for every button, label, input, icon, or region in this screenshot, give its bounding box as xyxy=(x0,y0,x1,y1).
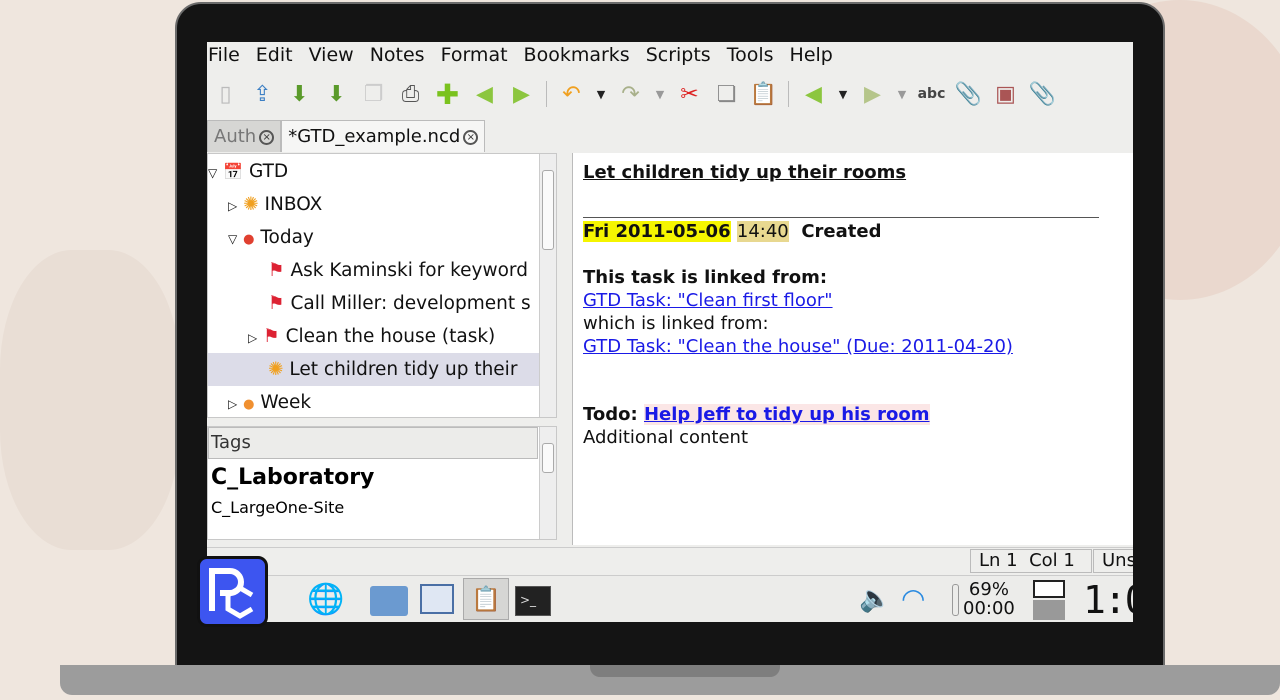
app-window: File Edit View Notes Format Bookmarks Sc… xyxy=(207,42,1133,622)
link-icon[interactable]: 📎 xyxy=(1024,79,1061,109)
flag-icon: ⚑ xyxy=(268,260,285,281)
copy-file-icon[interactable]: ❐ xyxy=(355,79,392,109)
redo-icon[interactable]: ↷ xyxy=(612,79,649,109)
attach-icon[interactable]: 📎 xyxy=(950,79,987,109)
cut-icon[interactable]: ✂ xyxy=(671,79,708,109)
back-icon[interactable]: ◀ xyxy=(795,79,832,109)
workspace-1[interactable] xyxy=(1033,580,1065,598)
tags-panel: Tags C_Laboratory C_LargeOne-Site xyxy=(207,426,557,540)
print-icon[interactable]: ⎙ xyxy=(392,79,429,109)
additional-content: Additional content xyxy=(583,427,748,448)
battery-percent: 69% xyxy=(968,579,1009,600)
flag-icon: ⚑ xyxy=(268,293,285,314)
menu-bar: File Edit View Notes Format Bookmarks Sc… xyxy=(207,42,848,68)
paste-icon[interactable]: 📋 xyxy=(745,79,782,109)
save-as-icon[interactable]: ⬇ xyxy=(318,79,355,109)
menu-scripts[interactable]: Scripts xyxy=(645,42,711,68)
back-dropdown-icon[interactable]: ▼ xyxy=(832,88,854,101)
created-label: Created xyxy=(801,221,882,242)
tag-item[interactable]: C_LargeOne-Site xyxy=(208,490,556,517)
menu-bookmarks[interactable]: Bookmarks xyxy=(523,42,630,68)
calendar-icon: 📅 xyxy=(223,162,244,181)
new-file-icon[interactable]: ▯ xyxy=(207,79,244,109)
inbox-icon: ✺ xyxy=(243,194,259,215)
tree-item-inbox[interactable]: ▷ ✺ INBOX xyxy=(228,188,322,221)
terminal-icon[interactable]: >_ xyxy=(515,586,551,616)
tree-scrollbar[interactable] xyxy=(539,154,556,417)
tab-auth[interactable]: Auth × xyxy=(207,120,282,152)
red-dot-icon: ● xyxy=(243,232,255,247)
status-bar: Ln 1 Col 1 Uns xyxy=(207,547,1133,573)
tree-item-selected[interactable]: ✺ Let children tidy up their xyxy=(208,353,539,386)
menu-edit[interactable]: Edit xyxy=(255,42,293,68)
menu-notes[interactable]: Notes xyxy=(369,42,425,68)
volume-icon[interactable]: 🔈 xyxy=(859,584,891,614)
tree-item-gtd[interactable]: ▽ 📅 GTD xyxy=(208,155,288,188)
menu-tools[interactable]: Tools xyxy=(726,42,774,68)
note-time: 14:40 xyxy=(736,221,789,242)
tags-header: Tags xyxy=(208,427,538,459)
clock: 1:08 xyxy=(1083,578,1133,622)
tab-gtd-example[interactable]: *GTD_example.ncd × xyxy=(281,120,486,152)
cursor-position: Ln 1 Col 1 xyxy=(970,549,1092,573)
undo-icon[interactable]: ↶ xyxy=(553,79,590,109)
arrow-right-icon[interactable]: ▶ xyxy=(503,79,540,109)
arrow-left-icon[interactable]: ◀ xyxy=(466,79,503,109)
pc-logo xyxy=(197,556,268,627)
link-clean-the-house[interactable]: GTD Task: "Clean the house" (Due: 2011-0… xyxy=(583,336,1013,357)
todo-label: Todo: xyxy=(583,404,638,425)
forward-dropdown-icon[interactable]: ▼ xyxy=(891,88,913,101)
link-clean-first-floor[interactable]: GTD Task: "Clean first floor" xyxy=(583,290,833,311)
battery-icon xyxy=(952,584,959,616)
forward-icon[interactable]: ▶ xyxy=(854,79,891,109)
laptop-notch xyxy=(590,665,780,677)
tab-bar: Auth × *GTD_example.ncd × xyxy=(207,118,486,152)
workspace-2[interactable] xyxy=(1033,600,1065,620)
which-linked-label: which is linked from: xyxy=(583,313,769,334)
taskbar: 🌐 📋 >_ 🔈 ◠ 69%00:00 1:08 xyxy=(207,575,1133,622)
notecase-app-icon[interactable]: 📋 xyxy=(463,578,509,620)
orange-dot-icon: ● xyxy=(243,397,255,412)
note-tree: ▽ 📅 GTD ▷ ✺ INBOX ▽ ● Today ⚑ Ask Kamins… xyxy=(207,153,557,418)
browser-icon[interactable]: 🌐 xyxy=(307,582,344,617)
note-title: Let children tidy up their rooms xyxy=(583,162,907,183)
todo-link[interactable]: Help Jeff to tidy up his room xyxy=(643,404,930,425)
tree-item-today[interactable]: ▽ ● Today xyxy=(228,221,314,254)
toolbar: ▯ ⇪ ⬇ ⬇ ❐ ⎙ ✚ ◀ ▶ ↶ ▼ ↷ ▼ ✂ ❏ 📋 ◀ ▼ ▶ ▼ … xyxy=(207,75,1061,113)
image-icon[interactable]: ▣ xyxy=(987,79,1024,109)
spellcheck-icon[interactable]: abc xyxy=(913,79,950,109)
menu-file[interactable]: File xyxy=(207,42,240,68)
note-content[interactable]: Let children tidy up their rooms Fri 201… xyxy=(572,153,1133,545)
battery-time: 00:00 xyxy=(963,598,1015,619)
tree-item[interactable]: ⚑ Call Miller: development s xyxy=(268,287,531,320)
wifi-icon[interactable]: ◠ xyxy=(901,582,925,615)
close-icon[interactable]: × xyxy=(463,129,479,145)
status-mode: Uns xyxy=(1093,549,1133,573)
window-icon[interactable] xyxy=(420,584,454,614)
flag-icon: ⚑ xyxy=(263,326,280,347)
close-icon[interactable]: × xyxy=(259,129,275,145)
copy-icon[interactable]: ❏ xyxy=(708,79,745,109)
menu-help[interactable]: Help xyxy=(789,42,833,68)
redo-dropdown-icon[interactable]: ▼ xyxy=(649,88,671,101)
inbox-icon: ✺ xyxy=(268,359,284,380)
note-date: Fri 2011-05-06 xyxy=(583,221,731,242)
open-icon[interactable]: ⇪ xyxy=(244,79,281,109)
add-icon[interactable]: ✚ xyxy=(429,78,466,111)
tree-item[interactable]: ⚑ Ask Kaminski for keyword xyxy=(268,254,528,287)
folder-icon[interactable] xyxy=(370,586,408,616)
tags-scrollbar[interactable] xyxy=(539,427,556,539)
tree-item-week[interactable]: ▷ ● Week xyxy=(228,386,311,419)
linked-from-label: This task is linked from: xyxy=(583,267,828,288)
tree-item[interactable]: ▷ ⚑ Clean the house (task) xyxy=(248,320,495,353)
undo-dropdown-icon[interactable]: ▼ xyxy=(590,88,612,101)
save-icon[interactable]: ⬇ xyxy=(281,79,318,109)
tag-item[interactable]: C_Laboratory xyxy=(208,459,556,490)
menu-view[interactable]: View xyxy=(308,42,354,68)
menu-format[interactable]: Format xyxy=(440,42,508,68)
